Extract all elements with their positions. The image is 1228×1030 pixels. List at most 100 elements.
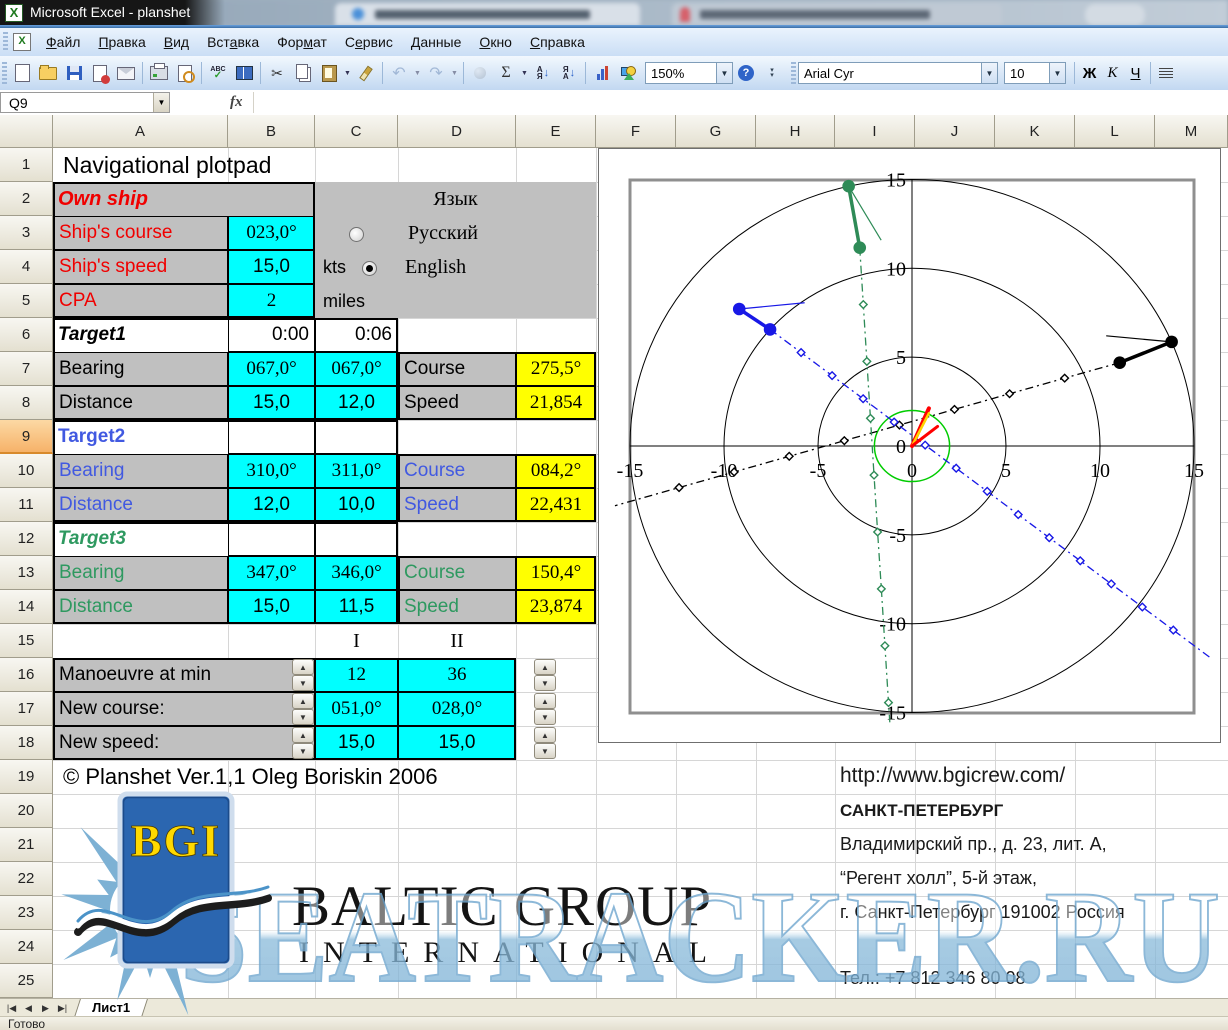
cell-manoeuvre-col2[interactable]: II [398,624,516,658]
row-header-1[interactable]: 1 [0,148,53,182]
row-header-2[interactable]: 2 [0,182,53,216]
cell-empty[interactable] [315,420,398,454]
spinner-down-button[interactable]: ▼ [292,675,314,691]
column-header-G[interactable]: G [676,115,756,148]
row-header-10[interactable]: 10 [0,454,53,488]
help-button[interactable]: ? [734,61,758,85]
research-button[interactable] [232,61,256,85]
autosum-button[interactable]: Σ [494,61,518,85]
spinner-down-button[interactable]: ▼ [534,709,556,725]
cell-target1-distance-1[interactable]: 12,0 [315,386,398,420]
cell-target3-name[interactable]: Target3 [53,522,228,556]
chart-object[interactable]: 151050-5-10-15-15-10-5051015 [598,148,1221,743]
menu-item-window[interactable]: Окно [470,30,521,54]
menu-item-insert[interactable]: Вставка [198,30,268,54]
cell-target2-distance-0[interactable]: 12,0 [228,488,315,522]
row-header-24[interactable]: 24 [0,930,53,964]
cell-target1-course-label[interactable]: Course [398,352,516,386]
row-header-3[interactable]: 3 [0,216,53,250]
print-button[interactable] [147,61,171,85]
cell-target2-speed-value[interactable]: 22,431 [516,488,596,522]
align-left-button[interactable] [1154,62,1177,84]
menu-item-edit[interactable]: Правка [89,30,154,54]
row-header-15[interactable]: 15 [0,624,53,658]
cell-own-ship-header[interactable]: Own ship [53,182,315,216]
name-box[interactable]: Q9▼ [0,92,170,113]
spinner-up-button[interactable]: ▲ [534,727,556,743]
row-header-18[interactable]: 18 [0,726,53,760]
cell-time-0[interactable]: 0:00 [228,318,315,352]
menu-item-help[interactable]: Справка [521,30,594,54]
sort-ascending-button[interactable]: АЯ↓ [531,61,555,85]
menu-item-data[interactable]: Данные [402,30,471,54]
underline-button[interactable]: Ч [1124,62,1147,84]
cell-target1-speed-label[interactable]: Speed [398,386,516,420]
name-box-dropdown[interactable]: ▼ [153,93,169,112]
row-header-12[interactable]: 12 [0,522,53,556]
cell-target2-course-value[interactable]: 084,2° [516,454,596,488]
column-header-I[interactable]: I [835,115,915,148]
chart-wizard-button[interactable] [590,61,614,85]
column-header-C[interactable]: C [315,115,398,148]
row-header-4[interactable]: 4 [0,250,53,284]
cell-target1-distance-label[interactable]: Distance [53,386,228,420]
cell-target1-bearing-label[interactable]: Bearing [53,352,228,386]
cell-empty[interactable] [315,522,398,556]
row-header-19[interactable]: 19 [0,760,53,794]
toolbar-options-chevron[interactable]: ▾▾ [760,61,784,85]
spinner-up-button[interactable]: ▲ [292,693,314,709]
column-header-K[interactable]: K [995,115,1075,148]
cell-cpa-value[interactable]: 2 [228,284,315,318]
cell-url[interactable]: http://www.bgicrew.com/ [840,764,1065,788]
row-header-8[interactable]: 8 [0,386,53,420]
cell-target3-course-label[interactable]: Course [398,556,516,590]
redo-dropdown[interactable]: ▼ [449,70,460,77]
paste-dropdown[interactable]: ▼ [342,70,353,77]
undo-dropdown[interactable]: ▼ [412,70,423,77]
cell-target2-bearing-0[interactable]: 310,0° [228,454,315,488]
cell-address-1[interactable]: Владимирский пр., д. 23, лит. А, [840,834,1107,855]
paste-button[interactable] [317,61,341,85]
row-header-6[interactable]: 6 [0,318,53,352]
cell-target1-distance-0[interactable]: 15,0 [228,386,315,420]
cell-new-course-v2[interactable]: 028,0° [398,692,516,726]
formula-input[interactable] [253,92,1228,113]
cell-new-speed-v1[interactable]: 15,0 [315,726,398,760]
font-size-combo[interactable]: 10▼ [1004,62,1066,84]
cell-new-speed-v2[interactable]: 15,0 [398,726,516,760]
menu-item-tools[interactable]: Сервис [336,30,402,54]
cell-manoeuvre-v1[interactable]: 12 [315,658,398,692]
row-header-11[interactable]: 11 [0,488,53,522]
spinner-up-button[interactable]: ▲ [292,659,314,675]
save-button[interactable] [62,61,86,85]
cell-target1-speed-value[interactable]: 21,854 [516,386,596,420]
cell-target1-name[interactable]: Target1 [53,318,228,352]
cell-ships-course-label[interactable]: Ship's course [53,216,228,250]
cell-target3-speed-value[interactable]: 23,874 [516,590,596,624]
spinner-up-button[interactable]: ▲ [534,693,556,709]
column-header-H[interactable]: H [756,115,835,148]
autosum-dropdown[interactable]: ▼ [519,70,530,77]
bold-button[interactable]: Ж [1078,62,1101,84]
print-preview-button[interactable] [173,61,197,85]
row-header-17[interactable]: 17 [0,692,53,726]
email-button[interactable] [114,61,138,85]
row-header-20[interactable]: 20 [0,794,53,828]
new-button[interactable] [10,61,34,85]
cell-empty[interactable] [228,522,315,556]
undo-button[interactable]: ↶ [387,61,411,85]
cell-city[interactable]: САНКТ-ПЕТЕРБУРГ [840,801,1003,821]
cell-manoeuvre-label[interactable]: Manoeuvre at min [53,658,315,692]
cell-target1-course-value[interactable]: 275,5° [516,352,596,386]
spinner-down-button[interactable]: ▼ [292,709,314,725]
cell-target2-course-label[interactable]: Course [398,454,516,488]
cell-target2-distance-label[interactable]: Distance [53,488,228,522]
row-header-22[interactable]: 22 [0,862,53,896]
cell-ships-course-value[interactable]: 023,0° [228,216,315,250]
select-all-corner[interactable] [0,115,53,148]
cell-target3-bearing-1[interactable]: 346,0° [315,556,398,590]
spelling-button[interactable]: ABC✓ [206,61,230,85]
insert-function-button[interactable]: fx [230,94,243,111]
drawing-button[interactable] [616,61,640,85]
column-header-A[interactable]: A [53,115,228,148]
